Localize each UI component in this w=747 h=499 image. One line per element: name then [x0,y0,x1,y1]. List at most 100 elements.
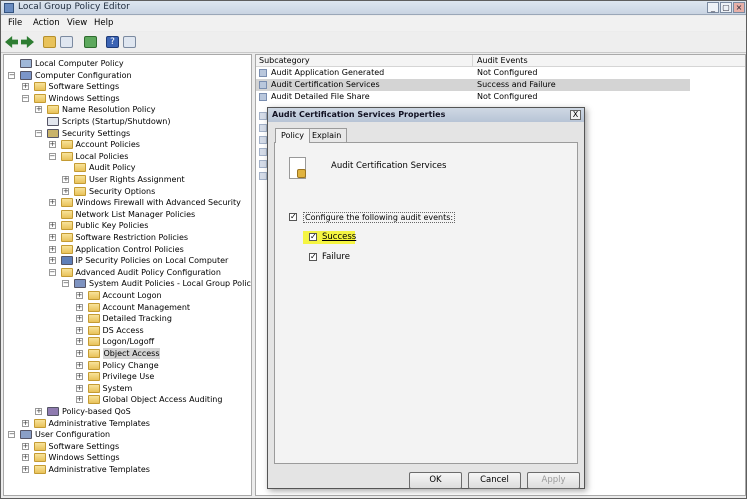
column-subcategory[interactable]: Subcategory [259,56,310,65]
tree-item[interactable]: + Policy Change [4,360,251,371]
tree-item[interactable]: + Windows Settings [4,452,251,463]
back-arrow-icon[interactable] [5,36,18,48]
expand-icon[interactable]: + [48,199,56,207]
tree-item[interactable]: + Policy-based QoS [4,406,251,417]
column-audit-events[interactable]: Audit Events [477,56,528,65]
tree-item[interactable]: + Account Policies [4,139,251,150]
tree-item[interactable]: + Detailed Tracking [4,313,251,324]
tree-item[interactable]: − Local Policies [4,151,251,162]
show-hide-tree-icon[interactable] [60,36,73,48]
expand-icon[interactable]: + [48,141,56,149]
tree-item[interactable]: + Public Key Policies [4,220,251,231]
tree-item[interactable]: + Account Logon [4,290,251,301]
collapse-icon[interactable]: − [8,71,15,79]
collapse-icon[interactable]: − [62,280,69,288]
tree-item[interactable]: Audit Policy [4,162,251,173]
tree-item[interactable]: + Application Control Policies [4,244,251,255]
main-window: Local Group Policy Editor _ ▢ × File Act… [0,0,747,499]
expand-icon[interactable]: + [21,83,29,91]
tree-item[interactable]: + Logon/Logoff [4,336,251,347]
folder-icon [87,325,100,335]
menu-file[interactable]: File [8,18,22,28]
expand-icon[interactable]: + [21,466,29,473]
help-icon[interactable]: ? [106,36,119,48]
expand-icon[interactable]: + [75,292,83,299]
collapse-icon[interactable]: − [8,431,15,439]
expand-icon[interactable]: + [62,187,69,195]
export-list-icon[interactable] [84,36,97,48]
table-row[interactable]: Audit Application Generated Not Configure… [256,67,690,79]
expand-icon[interactable]: + [75,315,83,323]
tree-item[interactable]: + Account Management [4,302,251,313]
expand-icon[interactable]: + [48,257,56,265]
tree-item[interactable]: + Software Restriction Policies [4,232,251,243]
expand-icon[interactable]: + [48,245,56,253]
expand-icon[interactable]: + [21,454,29,462]
forward-arrow-icon[interactable] [21,36,34,48]
collapse-icon[interactable]: − [48,152,56,160]
expand-icon[interactable]: + [75,384,83,392]
expand-icon[interactable]: + [62,176,69,183]
folder-icon [33,441,46,451]
collapse-icon[interactable]: − [21,94,29,102]
dialog-title: Audit Certification Services Properties [268,108,584,122]
tree-item[interactable]: + IP Security Policies on Local Computer [4,255,251,266]
expand-icon[interactable]: + [35,408,42,415]
cancel-button[interactable]: Cancel [468,472,521,489]
tree-item[interactable]: − User Configuration [4,429,251,440]
maximize-icon[interactable]: ▢ [720,2,732,13]
tree-item[interactable]: + Software Settings [4,81,251,92]
tree-item[interactable]: + Software Settings [4,441,251,452]
apply-button[interactable]: Apply [527,472,580,489]
collapse-icon[interactable]: − [35,129,42,137]
tree-item[interactable]: + Global Object Access Auditing [4,394,251,405]
ok-button[interactable]: OK [409,472,462,489]
tree-item[interactable]: + DS Access [4,325,251,336]
tree-item[interactable]: Local Computer Policy [4,58,251,69]
tree-item[interactable]: + Windows Firewall with Advanced Security [4,197,251,208]
dialog-close-button[interactable]: X [570,110,581,120]
expand-icon[interactable]: + [48,222,56,230]
tree-item[interactable]: − Windows Settings [4,93,251,104]
tree-item[interactable]: + Object Access [4,348,251,359]
tree-item[interactable]: + Administrative Templates [4,464,251,475]
table-row[interactable]: Audit Detailed File Share Not Configured [256,91,690,103]
tree-item[interactable]: + Administrative Templates [4,418,251,429]
expand-icon[interactable]: + [75,361,83,369]
expand-icon[interactable]: + [35,106,42,114]
menu-action[interactable]: Action [33,18,60,28]
table-row[interactable]: Audit Certification Services Success and … [256,79,690,91]
success-checkbox[interactable]: ✓ [309,233,317,241]
tree-item[interactable]: + System [4,383,251,394]
expand-icon[interactable]: + [21,442,29,450]
menu-help[interactable]: Help [94,18,113,28]
tree-item[interactable]: − Computer Configuration [4,70,251,81]
expand-icon[interactable]: + [75,303,83,311]
tree-item[interactable]: − System Audit Policies - Local Group Pol… [4,278,251,289]
expand-icon[interactable]: + [21,419,29,427]
menu-view[interactable]: View [67,18,87,28]
up-folder-icon[interactable] [43,36,56,48]
tree-item[interactable]: Network List Manager Policies [4,209,251,220]
failure-checkbox[interactable]: ✓ [309,253,317,261]
properties-icon[interactable] [123,36,136,48]
tree-item[interactable]: + Privilege Use [4,371,251,382]
collapse-icon[interactable]: − [48,268,56,276]
expand-icon[interactable]: + [75,396,83,404]
tree-item[interactable]: + Security Options [4,186,251,197]
tree-item[interactable]: − Security Settings [4,128,251,139]
tree-item[interactable]: Scripts (Startup/Shutdown) [4,116,251,127]
expand-icon[interactable]: + [75,373,83,381]
tree-item[interactable]: − Advanced Audit Policy Configuration [4,267,251,278]
minimize-icon[interactable]: _ [707,2,719,13]
expand-icon[interactable]: + [75,338,83,346]
tree-item[interactable]: + User Rights Assignment [4,174,251,185]
tab-policy[interactable]: Policy [275,128,311,143]
expand-icon[interactable]: + [75,350,83,357]
close-icon[interactable]: × [733,2,745,13]
expand-icon[interactable]: + [75,326,83,334]
configure-checkbox[interactable]: ✓ [289,213,297,221]
tab-explain[interactable]: Explain [306,128,348,142]
expand-icon[interactable]: + [48,234,56,241]
tree-item[interactable]: + Name Resolution Policy [4,104,251,115]
